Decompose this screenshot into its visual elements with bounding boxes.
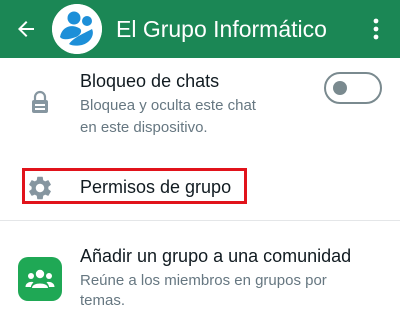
back-button[interactable] — [8, 11, 44, 47]
app-bar: El Grupo Informático — [0, 0, 400, 58]
highlight-box — [22, 168, 247, 204]
chat-lock-subtitle-line1: Bloquea y oculta este chat — [80, 97, 256, 114]
group-permissions-row[interactable]: Permisos de grupo — [0, 160, 400, 214]
lock-icon — [32, 90, 48, 113]
chat-lock-title: Bloqueo de chats — [80, 71, 220, 91]
add-to-community-row[interactable]: Añadir un grupo a una comunidad Reúne a … — [0, 232, 400, 327]
section-divider — [0, 220, 400, 221]
chat-lock-row[interactable]: Bloqueo de chats Bloquea y oculta este c… — [0, 58, 400, 158]
community-icon — [18, 257, 62, 301]
more-options-button[interactable] — [362, 11, 390, 47]
group-avatar[interactable] — [52, 4, 102, 54]
group-title[interactable]: El Grupo Informático — [116, 14, 327, 44]
add-to-community-subtitle-line1: Reúne a los miembros en grupos por — [80, 272, 327, 289]
more-vert-icon — [373, 18, 379, 40]
group-logo-icon — [52, 4, 102, 54]
people-icon — [25, 269, 55, 288]
add-to-community-title: Añadir un grupo a una comunidad — [80, 246, 352, 266]
arrow-left-icon — [18, 21, 34, 37]
toggle-knob — [333, 81, 347, 95]
chat-lock-subtitle-line2: en este dispositivo. — [80, 119, 208, 136]
chat-lock-toggle[interactable] — [324, 72, 382, 104]
add-to-community-subtitle-line2: temas. — [80, 292, 126, 309]
